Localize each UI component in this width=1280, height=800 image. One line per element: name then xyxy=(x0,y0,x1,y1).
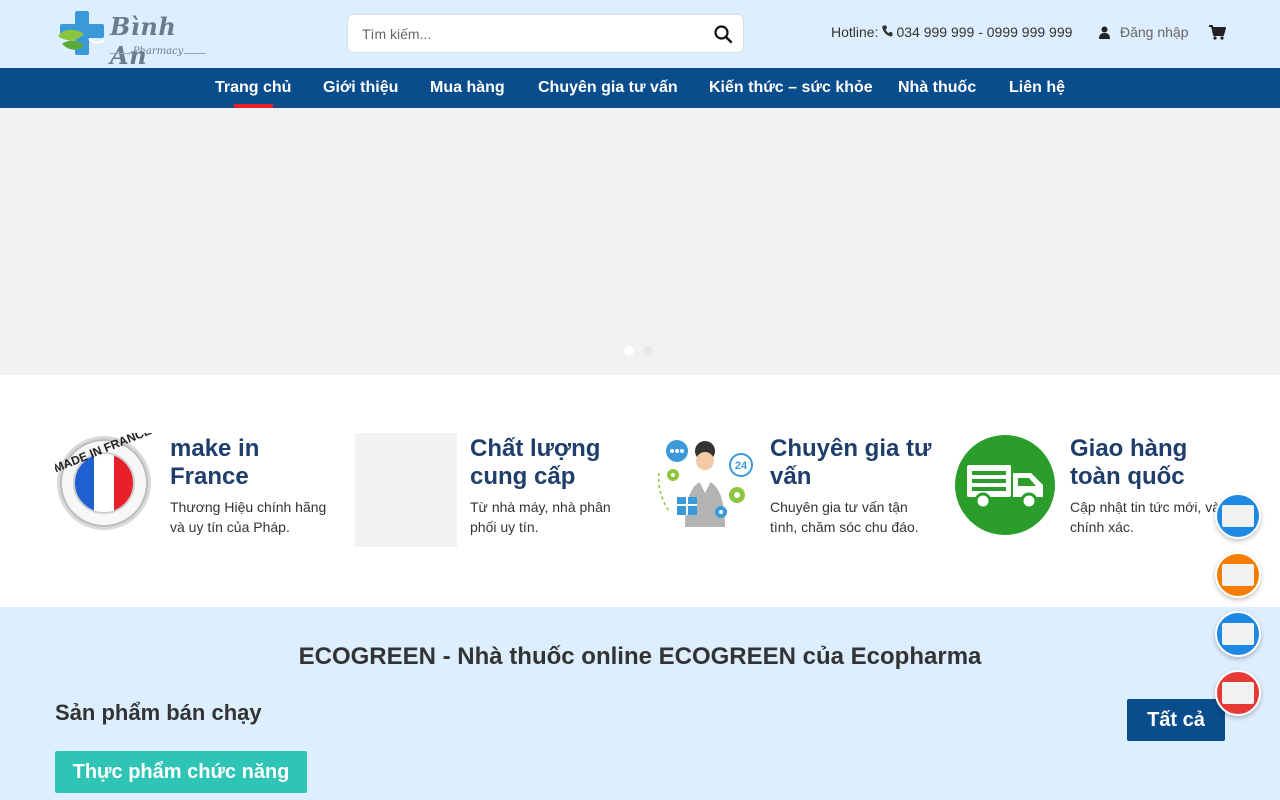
nav-item-home[interactable]: Trang chủ xyxy=(215,68,291,108)
feature-desc: Thương Hiệu chính hãng và uy tín của Phá… xyxy=(170,499,327,535)
search-box xyxy=(347,14,744,53)
pharmacy-cross-icon xyxy=(58,11,105,55)
nav-item-contact[interactable]: Liên hệ xyxy=(1009,68,1065,108)
floating-contact-button[interactable] xyxy=(1215,493,1261,539)
contact-icon xyxy=(1222,564,1254,586)
feature-title: Chuyên gia tư vấn xyxy=(770,435,932,490)
login-link[interactable]: Đăng nhập xyxy=(1099,24,1189,40)
cart-icon[interactable] xyxy=(1209,25,1226,40)
login-label: Đăng nhập xyxy=(1120,24,1189,40)
contact-icon xyxy=(1222,623,1254,645)
products-section: ECOGREEN - Nhà thuốc online ECOGREEN của… xyxy=(0,607,1280,800)
delivery-truck-icon xyxy=(955,435,1055,535)
slider-dot-active[interactable] xyxy=(624,346,634,356)
nav-item-experts[interactable]: Chuyên gia tư vấn xyxy=(538,68,678,108)
nav-item-about[interactable]: Giới thiệu xyxy=(323,68,398,108)
hotline-label: Hotline: xyxy=(831,24,879,40)
main-nav: Trang chủ Giới thiệu Mua hàng Chuyên gia… xyxy=(0,68,1280,108)
logo-name: Bình An xyxy=(110,12,177,70)
section-title: ECOGREEN - Nhà thuốc online ECOGREEN của… xyxy=(298,643,982,670)
user-icon xyxy=(1099,26,1110,39)
feature-item: MADE IN FRANCE make in France Thương Hiệ… xyxy=(55,433,345,553)
feature-item: Chất lượng cung cấp Từ nhà máy, nhà phân… xyxy=(355,433,645,553)
feature-item: 24 Chuyên gia tư vấn Chuyên gia tư vấn t… xyxy=(655,433,945,553)
feature-title: Giao hàng toàn quốc xyxy=(1070,435,1188,490)
feature-desc: Cập nhật tin tức mới, và chính xác. xyxy=(1070,499,1221,535)
contact-icon xyxy=(1222,682,1254,704)
feature-title: make in France xyxy=(170,435,260,490)
logo-subtitle: Pharmacy xyxy=(110,46,206,57)
features-section: MADE IN FRANCE make in France Thương Hiệ… xyxy=(0,375,1280,607)
floating-contact-button[interactable] xyxy=(1215,552,1261,598)
logo[interactable]: Bình An Pharmacy xyxy=(58,10,218,70)
floating-contact-button[interactable] xyxy=(1215,670,1261,716)
slider-dot[interactable] xyxy=(643,346,653,356)
phone-icon xyxy=(882,25,893,37)
svg-text:24: 24 xyxy=(735,460,748,472)
floating-contact-button[interactable] xyxy=(1215,611,1261,657)
hero-slider[interactable] xyxy=(0,108,1280,375)
hotline[interactable]: Hotline: 034 999 999 - 0999 999 999 xyxy=(831,24,1072,40)
made-in-france-badge: MADE IN FRANCE xyxy=(55,433,153,530)
quality-image-placeholder xyxy=(355,433,457,547)
nav-item-pharmacy[interactable]: Nhà thuốc xyxy=(898,68,976,108)
nav-item-health-knowledge[interactable]: Kiến thức – sức khỏe xyxy=(709,68,873,108)
search-input[interactable] xyxy=(362,24,702,44)
hotline-numbers: 034 999 999 - 0999 999 999 xyxy=(896,24,1073,40)
feature-title: Chất lượng cung cấp xyxy=(470,435,601,490)
feature-desc: Từ nhà máy, nhà phân phối uy tín. xyxy=(470,499,611,535)
nav-item-shop[interactable]: Mua hàng xyxy=(430,68,505,108)
customer-support-icon: 24 xyxy=(657,440,753,527)
contact-icon xyxy=(1222,505,1254,527)
feature-item: Giao hàng toàn quốc Cập nhật tin tức mới… xyxy=(955,433,1245,553)
search-icon[interactable] xyxy=(713,24,733,44)
category-tab-supplements[interactable]: Thực phẩm chức năng xyxy=(55,751,307,793)
best-sellers-heading: Sản phẩm bán chạy xyxy=(55,700,262,725)
header: Bình An Pharmacy Hotline: 034 999 999 - 0… xyxy=(0,0,1280,70)
feature-desc: Chuyên gia tư vấn tận tình, chăm sóc chu… xyxy=(770,499,919,535)
view-all-button[interactable]: Tất cả xyxy=(1127,699,1225,741)
